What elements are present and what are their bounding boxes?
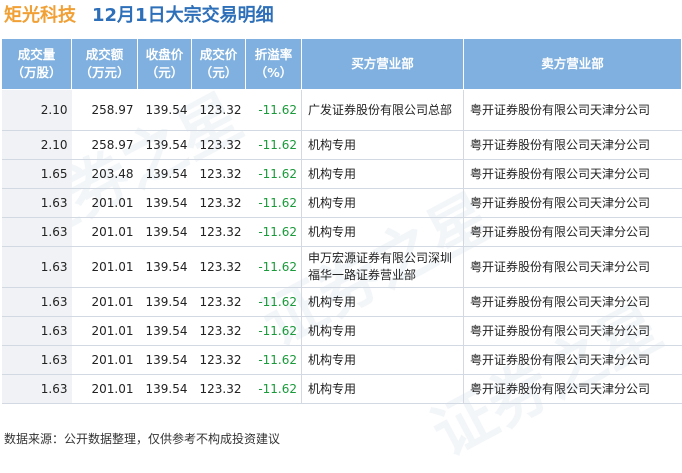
cell-buyer: 机构专用 [301, 217, 464, 247]
data-source-note: 数据来源：公开数据整理，仅供参考不构成投资建议 [4, 432, 281, 446]
cell-seller: 粤开证券股份有限公司天津分公司 [463, 159, 682, 189]
header-price: 成交价 （元） [191, 38, 246, 90]
cell-close: 139.54 [137, 130, 192, 160]
cell-amount: 201.01 [71, 246, 138, 288]
header-seller: 卖方营业部 [463, 38, 682, 90]
cell-discount: -11.62 [245, 130, 302, 160]
cell-volume: 1.63 [1, 217, 72, 247]
cell-seller: 粤开证券股份有限公司天津分公司 [463, 188, 682, 218]
cell-discount: -11.62 [245, 159, 302, 189]
cell-close: 139.54 [137, 188, 192, 218]
header-volume: 成交量 （万股） [1, 38, 72, 90]
table-row: 1.63 201.01 139.54 123.32 -11.62 机构专用 粤开… [1, 188, 682, 218]
cell-close: 139.54 [137, 316, 192, 346]
cell-buyer: 广发证券股份有限公司总部 [301, 89, 464, 131]
cell-volume: 1.63 [1, 374, 72, 404]
table-row: 2.10 258.97 139.54 123.32 -11.62 广发证券股份有… [1, 89, 682, 131]
cell-close: 139.54 [137, 374, 192, 404]
cell-discount: -11.62 [245, 287, 302, 317]
cell-buyer: 机构专用 [301, 345, 464, 375]
cell-amount: 203.48 [71, 159, 138, 189]
table-row: 2.10 258.97 139.54 123.32 -11.62 机构专用 粤开… [1, 130, 682, 160]
header-close: 收盘价 （元） [137, 38, 192, 90]
cell-seller: 粤开证券股份有限公司天津分公司 [463, 345, 682, 375]
cell-price: 123.32 [191, 246, 246, 288]
cell-amount: 201.01 [71, 316, 138, 346]
cell-price: 123.32 [191, 374, 246, 404]
cell-discount: -11.62 [245, 345, 302, 375]
cell-seller: 粤开证券股份有限公司天津分公司 [463, 217, 682, 247]
header-buyer: 买方营业部 [301, 38, 464, 90]
table-row: 1.63 201.01 139.54 123.32 -11.62 机构专用 粤开… [1, 345, 682, 375]
cell-volume: 1.63 [1, 188, 72, 218]
cell-close: 139.54 [137, 345, 192, 375]
title-bar: 矩光科技 12月1日大宗交易明细 [0, 0, 682, 38]
cell-discount: -11.62 [245, 188, 302, 218]
cell-volume: 2.10 [1, 89, 72, 131]
cell-price: 123.32 [191, 316, 246, 346]
cell-amount: 201.01 [71, 217, 138, 247]
cell-close: 139.54 [137, 159, 192, 189]
cell-price: 123.32 [191, 130, 246, 160]
cell-discount: -11.62 [245, 89, 302, 131]
stock-name: 矩光科技 [4, 5, 76, 26]
cell-seller: 粤开证券股份有限公司天津分公司 [463, 374, 682, 404]
cell-buyer: 机构专用 [301, 130, 464, 160]
cell-volume: 1.65 [1, 159, 72, 189]
header-amount: 成交额 （万元） [71, 38, 138, 90]
cell-volume: 2.10 [1, 130, 72, 160]
cell-amount: 201.01 [71, 188, 138, 218]
table-row: 1.63 201.01 139.54 123.32 -11.62 机构专用 粤开… [1, 316, 682, 346]
cell-seller: 粤开证券股份有限公司天津分公司 [463, 246, 682, 288]
cell-close: 139.54 [137, 287, 192, 317]
cell-discount: -11.62 [245, 217, 302, 247]
header-discount: 折溢率 （%） [245, 38, 302, 90]
cell-discount: -11.62 [245, 374, 302, 404]
cell-amount: 258.97 [71, 89, 138, 131]
block-trade-table: 成交量 （万股） 成交额 （万元） 收盘价 （元） 成交价 （元） 折溢率 （%） 买方营… [1, 38, 682, 404]
cell-close: 139.54 [137, 217, 192, 247]
table-row: 1.63 201.01 139.54 123.32 -11.62 申万宏源证券有… [1, 246, 682, 288]
cell-volume: 1.63 [1, 246, 72, 288]
cell-seller: 粤开证券股份有限公司天津分公司 [463, 287, 682, 317]
cell-amount: 201.01 [71, 374, 138, 404]
cell-seller: 粤开证券股份有限公司天津分公司 [463, 89, 682, 131]
cell-discount: -11.62 [245, 316, 302, 346]
cell-seller: 粤开证券股份有限公司天津分公司 [463, 130, 682, 160]
cell-close: 139.54 [137, 246, 192, 288]
cell-discount: -11.62 [245, 246, 302, 288]
cell-volume: 1.63 [1, 287, 72, 317]
cell-amount: 201.01 [71, 287, 138, 317]
cell-buyer: 机构专用 [301, 159, 464, 189]
table-header-row: 成交量 （万股） 成交额 （万元） 收盘价 （元） 成交价 （元） 折溢率 （%） 买方营… [1, 38, 682, 90]
cell-price: 123.32 [191, 188, 246, 218]
cell-close: 139.54 [137, 89, 192, 131]
cell-buyer: 机构专用 [301, 287, 464, 317]
table-row: 1.63 201.01 139.54 123.32 -11.62 机构专用 粤开… [1, 287, 682, 317]
cell-buyer: 机构专用 [301, 316, 464, 346]
table-row: 1.63 201.01 139.54 123.32 -11.62 机构专用 粤开… [1, 217, 682, 247]
page-title: 12月1日大宗交易明细 [92, 5, 274, 26]
cell-price: 123.32 [191, 287, 246, 317]
cell-price: 123.32 [191, 89, 246, 131]
cell-amount: 258.97 [71, 130, 138, 160]
cell-buyer: 机构专用 [301, 374, 464, 404]
cell-buyer: 申万宏源证券有限公司深圳福华一路证券营业部 [301, 246, 464, 288]
cell-volume: 1.63 [1, 345, 72, 375]
cell-price: 123.32 [191, 159, 246, 189]
table-row: 1.65 203.48 139.54 123.32 -11.62 机构专用 粤开… [1, 159, 682, 189]
cell-amount: 201.01 [71, 345, 138, 375]
cell-volume: 1.63 [1, 316, 72, 346]
cell-price: 123.32 [191, 345, 246, 375]
table-row: 1.63 201.01 139.54 123.32 -11.62 机构专用 粤开… [1, 374, 682, 404]
cell-buyer: 机构专用 [301, 188, 464, 218]
cell-seller: 粤开证券股份有限公司天津分公司 [463, 316, 682, 346]
cell-price: 123.32 [191, 217, 246, 247]
